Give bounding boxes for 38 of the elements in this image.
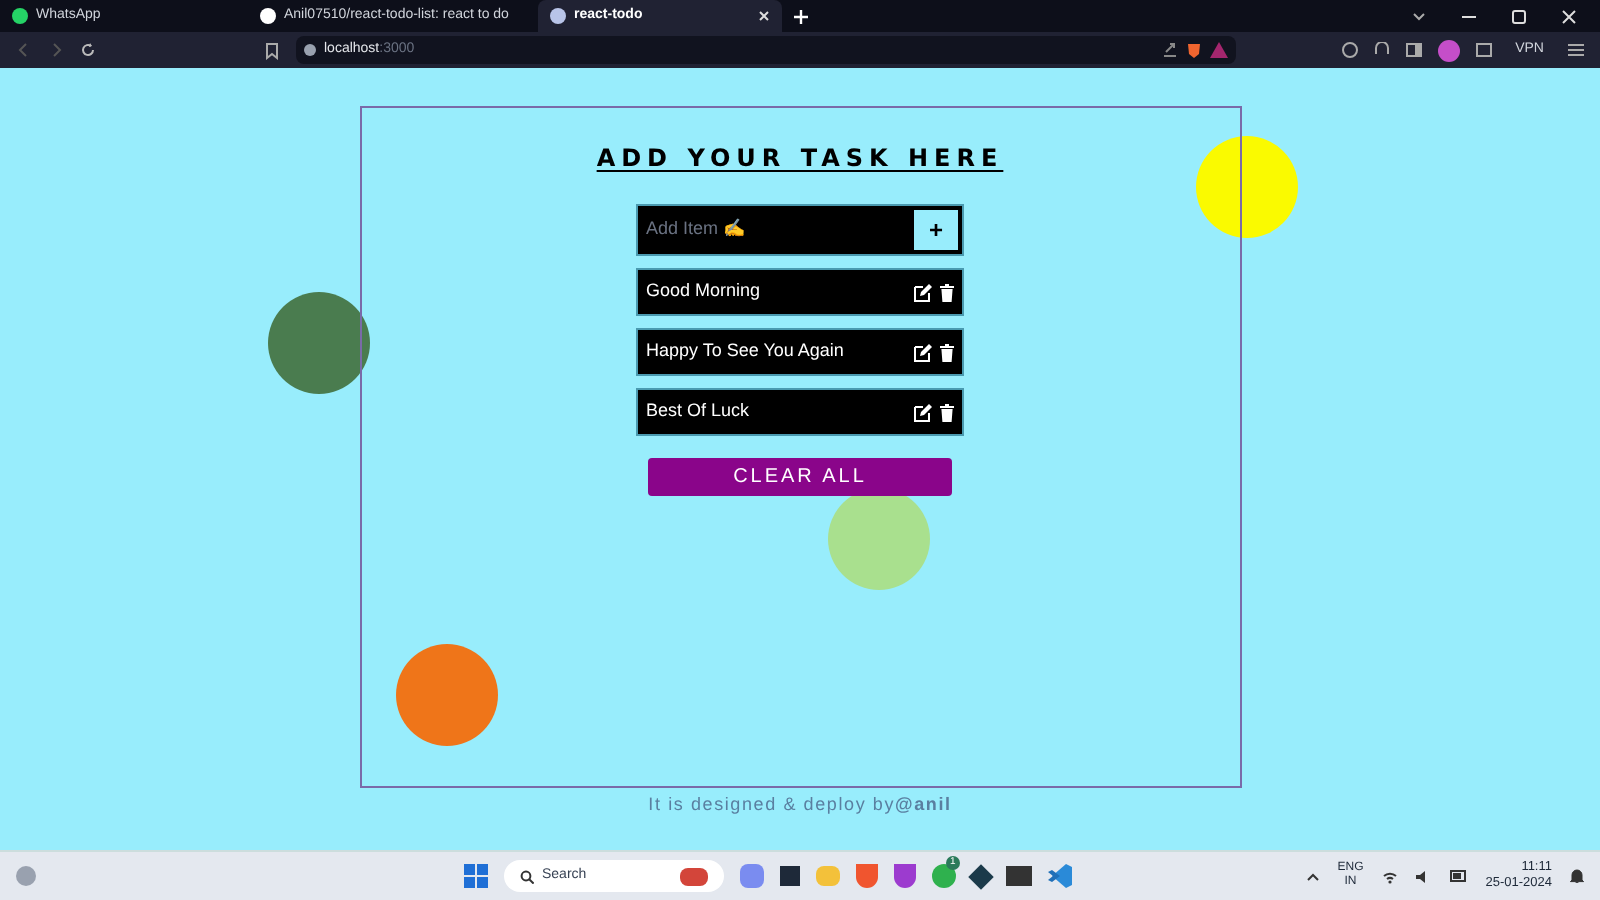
close-window-icon[interactable] [1562,9,1576,23]
menu-icon[interactable] [1568,42,1584,58]
add-item-field[interactable]: Add Item ✍ + [636,204,964,256]
trash-icon[interactable] [940,403,954,421]
minimize-icon[interactable] [1462,15,1476,17]
shield-icon[interactable] [894,864,916,888]
todo-text: Good Morning [646,278,763,305]
add-button[interactable]: + [914,210,958,250]
todo-text: Happy To See You Again [646,338,846,365]
bookmark-icon[interactable] [264,41,280,59]
triangle-icon[interactable] [1210,42,1228,58]
bell-icon[interactable] [1570,868,1584,884]
clear-all-button[interactable]: CLEAR ALL [648,458,952,496]
edit-icon[interactable] [914,283,932,301]
edit-icon[interactable] [914,403,932,421]
chevron-down-icon[interactable] [1412,11,1426,21]
maximize-icon[interactable] [1512,9,1526,23]
profile-avatar[interactable] [1437,39,1460,61]
edit-icon[interactable] [914,343,932,361]
sidebar-icon[interactable] [1405,42,1422,58]
search-icon [520,869,534,883]
battery-icon[interactable] [1449,870,1468,882]
todo-text: Best Of Luck [646,398,752,425]
shield-icon[interactable] [856,864,878,888]
code-editor-icon[interactable] [1048,864,1072,888]
reload-icon[interactable] [80,42,96,58]
tab-favicon [550,8,566,24]
windows-start-icon[interactable] [464,864,488,888]
tab-favicon [12,8,28,24]
chevron-up-icon[interactable] [1305,871,1320,881]
wifi-icon[interactable] [1381,869,1398,883]
trash-icon[interactable] [940,343,954,361]
share-icon[interactable] [1162,42,1178,58]
trash-icon[interactable] [940,283,954,301]
footer-credit: It is designed & deploy by@anil [648,792,952,818]
close-tab-icon[interactable] [758,10,770,22]
page-heading: ADD YOUR TASK HERE [596,142,1004,176]
tab-favicon [260,8,276,24]
